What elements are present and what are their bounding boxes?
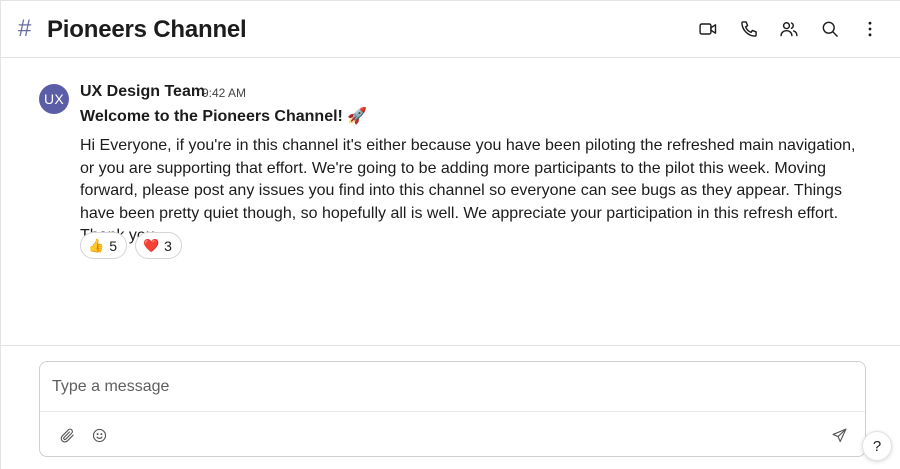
- reaction-thumbs-up[interactable]: 👍 5: [80, 232, 127, 259]
- message-author[interactable]: UX Design Team: [80, 82, 205, 102]
- message-title-text: Welcome to the Pioneers Channel!: [80, 108, 343, 125]
- help-button[interactable]: ?: [862, 431, 892, 461]
- message-timestamp: 9:42 AM: [202, 86, 247, 100]
- rocket-emoji: 🚀: [347, 108, 368, 125]
- avatar[interactable]: UX: [39, 84, 69, 114]
- reaction-count: 5: [109, 237, 117, 254]
- heart-icon: ❤️: [142, 237, 160, 253]
- video-icon[interactable]: [696, 17, 720, 41]
- channel-hash-icon: #: [18, 15, 32, 42]
- phone-icon[interactable]: [737, 17, 761, 41]
- search-icon[interactable]: [818, 17, 842, 41]
- message-composer: [39, 361, 866, 457]
- send-icon[interactable]: [828, 424, 850, 446]
- channel-title: Pioneers Channel: [47, 16, 247, 43]
- message-input[interactable]: [40, 362, 865, 412]
- more-vertical-icon[interactable]: [858, 17, 882, 41]
- emoji-icon[interactable]: [88, 424, 110, 446]
- members-icon[interactable]: [777, 17, 801, 41]
- reaction-count: 3: [164, 237, 172, 254]
- paperclip-icon[interactable]: [56, 424, 78, 446]
- channel-header: # Pioneers Channel: [1, 1, 900, 58]
- reaction-heart[interactable]: ❤️ 3: [134, 232, 182, 259]
- message-title: Welcome to the Pioneers Channel! 🚀: [80, 107, 367, 127]
- channel-window: # Pioneers Channel UX UX Design Team 9:4…: [0, 0, 900, 469]
- message-body: Hi Everyone, if you're in this channel i…: [80, 137, 856, 244]
- composer-divider: [1, 345, 900, 346]
- reactions-bar: 👍 5 ❤️ 3: [80, 232, 182, 259]
- thumbs-up-icon: 👍: [88, 237, 105, 253]
